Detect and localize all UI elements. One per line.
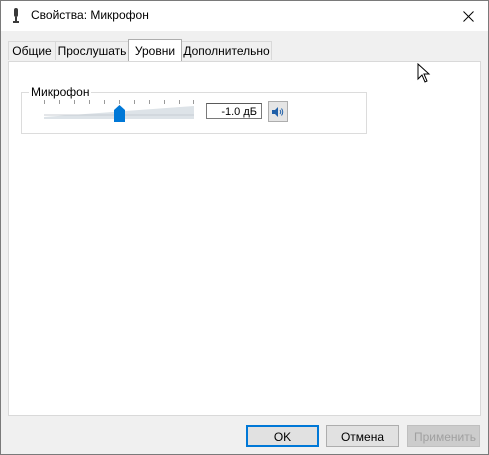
tab-general[interactable]: Общие [8, 41, 56, 60]
close-icon [462, 10, 474, 22]
tab-levels[interactable]: Уровни [128, 39, 182, 61]
cancel-button[interactable]: Отмена [326, 425, 399, 447]
title-bar: Свойства: Микрофон [1, 1, 488, 31]
volume-slider[interactable] [44, 100, 196, 126]
microphone-icon [13, 8, 19, 23]
microphone-group: Микрофон -1.0 дБ [21, 85, 367, 134]
speaker-icon [272, 106, 284, 117]
tab-listen[interactable]: Прослушать [55, 41, 129, 60]
properties-dialog: Свойства: Микрофон Общие Прослушать Уров… [0, 0, 489, 455]
mouse-cursor-icon [417, 63, 431, 83]
levels-panel: Микрофон -1.0 дБ [8, 61, 481, 416]
mute-button[interactable] [268, 101, 288, 122]
tab-advanced[interactable]: Дополнительно [181, 41, 272, 60]
level-value-field[interactable]: -1.0 дБ [206, 103, 262, 119]
window-title: Свойства: Микрофон [31, 8, 149, 22]
ok-button[interactable]: OK [246, 425, 319, 447]
close-button[interactable] [448, 1, 488, 31]
slider-thumb[interactable] [114, 105, 125, 122]
apply-button[interactable]: Применить [407, 425, 480, 447]
group-label: Микрофон [29, 85, 92, 99]
